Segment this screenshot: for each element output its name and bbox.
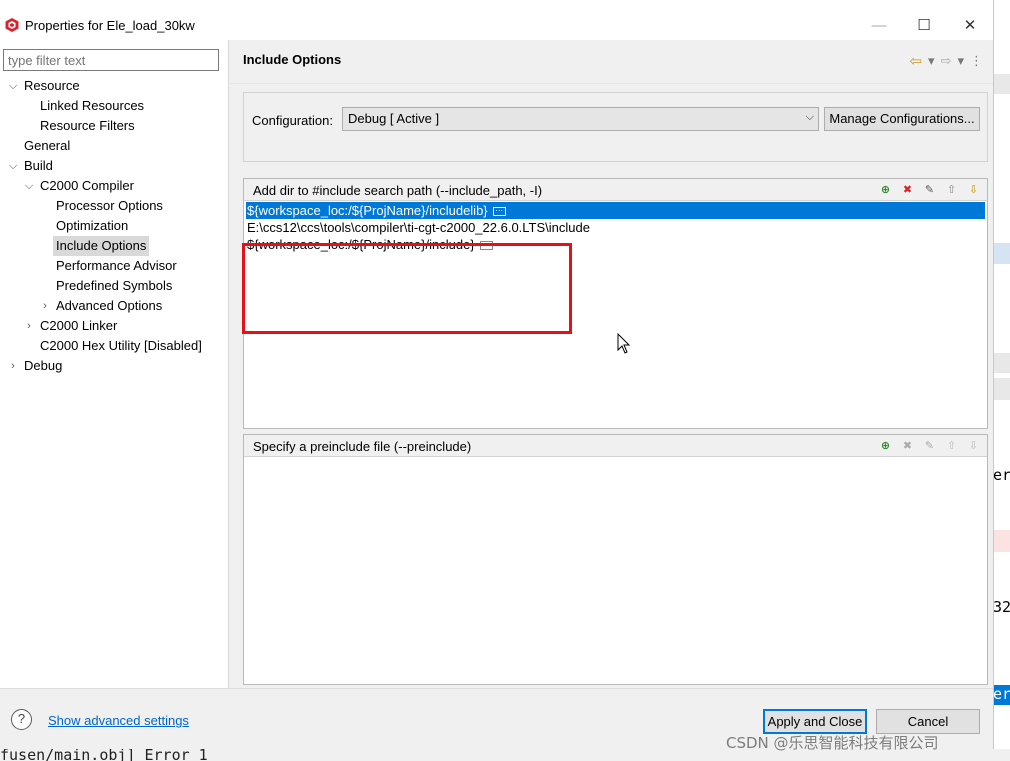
tree-item-include-options[interactable]: Include Options xyxy=(53,236,150,256)
tree-item-c2000-hex-utility[interactable]: C2000 Hex Utility [Disabled] xyxy=(37,336,205,356)
delete-icon[interactable]: ✖ xyxy=(899,182,916,198)
background-text-fragment: er xyxy=(993,466,1010,484)
header-divider xyxy=(230,83,993,84)
tree-item-resource[interactable]: Resource xyxy=(21,76,83,96)
chevron-down-icon[interactable]: ▾ xyxy=(957,53,964,69)
include-path-text: ${workspace_loc:/${ProjName}/includelib} xyxy=(247,203,488,218)
tree-item-resource-filters[interactable]: Resource Filters xyxy=(37,116,138,136)
tree-item-build[interactable]: Build xyxy=(21,156,56,176)
tree-item-optimization[interactable]: Optimization xyxy=(53,216,131,236)
title-bar[interactable]: Properties for Ele_load_30kw — ☐ ✕ xyxy=(0,0,993,40)
move-down-icon[interactable]: ⇩ xyxy=(965,182,982,198)
more-options-icon[interactable]: ⋮ xyxy=(970,53,983,69)
tree-item-processor-options[interactable]: Processor Options xyxy=(53,196,166,216)
show-advanced-settings-link[interactable]: Show advanced settings xyxy=(48,713,189,728)
maximize-button[interactable]: ☐ xyxy=(901,10,947,40)
window-title: Properties for Ele_load_30kw xyxy=(25,18,195,33)
include-path-header: Add dir to #include search path (--inclu… xyxy=(244,179,987,201)
ellipsis-icon: ··· xyxy=(492,207,506,217)
chevron-down-icon[interactable]: ⌵ xyxy=(24,176,34,196)
page-nav: ⇦ ▾ ⇨ ▾ ⋮ xyxy=(909,52,983,70)
chevron-down-icon[interactable]: ▾ xyxy=(928,53,935,69)
chevron-right-icon[interactable]: › xyxy=(8,356,18,376)
ccs-app-icon xyxy=(5,18,19,32)
configuration-value: Debug [ Active ] xyxy=(348,111,440,126)
configuration-select[interactable]: Debug [ Active ] ⌵ xyxy=(342,107,819,131)
background-window: er 32 er xyxy=(993,0,1010,761)
list-item[interactable]: E:\ccs12\ccs\tools\compiler\ti-cgt-c2000… xyxy=(246,219,985,236)
chevron-right-icon[interactable]: › xyxy=(40,296,50,316)
preinclude-header: Specify a preinclude file (--preinclude)… xyxy=(244,435,987,457)
manage-configurations-button[interactable]: Manage Configurations... xyxy=(824,107,980,131)
edit-icon[interactable]: ✎ xyxy=(921,182,938,198)
close-button[interactable]: ✕ xyxy=(947,10,993,40)
chevron-down-icon[interactable]: ⌵ xyxy=(8,156,18,176)
chevron-down-icon[interactable]: ⌵ xyxy=(8,76,18,96)
configuration-group: Configuration: Debug [ Active ] ⌵ Manage… xyxy=(243,92,988,162)
edit-icon: ✎ xyxy=(924,440,935,452)
watermark: CSDN @乐思智能科技有限公司 xyxy=(726,734,939,752)
chevron-down-icon: ⌵ xyxy=(805,111,814,123)
apply-and-close-button[interactable]: Apply and Close xyxy=(763,709,867,734)
help-icon[interactable]: ? xyxy=(11,709,32,730)
background-text-fragment: er xyxy=(993,685,1010,703)
properties-dialog: Properties for Ele_load_30kw — ☐ ✕ ⌵ Res… xyxy=(0,0,994,749)
include-path-toolbar: ⊕ ✖ ✎ ⇧ ⇩ xyxy=(877,182,982,198)
annotation-highlight-box xyxy=(242,243,572,334)
move-up-icon[interactable]: ⇧ xyxy=(943,182,960,198)
filter-input[interactable] xyxy=(3,49,219,71)
preinclude-title: Specify a preinclude file (--preinclude) xyxy=(253,439,472,454)
tree-item-general[interactable]: General xyxy=(21,136,73,156)
move-up-icon: ⇧ xyxy=(946,440,957,452)
move-down-icon: ⇩ xyxy=(968,440,979,452)
tree-item-predefined-symbols[interactable]: Predefined Symbols xyxy=(53,276,175,296)
preinclude-list: Specify a preinclude file (--preinclude)… xyxy=(243,434,988,685)
tree-item-linked-resources[interactable]: Linked Resources xyxy=(37,96,147,116)
tree-item-performance-advisor[interactable]: Performance Advisor xyxy=(53,256,180,276)
mouse-cursor-icon xyxy=(617,333,631,354)
cancel-button[interactable]: Cancel xyxy=(876,709,980,734)
chevron-right-icon[interactable]: › xyxy=(24,316,34,336)
tree-item-advanced-options[interactable]: Advanced Options xyxy=(53,296,165,316)
include-path-text: E:\ccs12\ccs\tools\compiler\ti-cgt-c2000… xyxy=(247,220,590,235)
include-path-title: Add dir to #include search path (--inclu… xyxy=(253,183,543,198)
preinclude-toolbar: ⊕ ✖ ✎ ⇧ ⇩ xyxy=(877,438,982,454)
delete-icon: ✖ xyxy=(902,440,913,452)
configuration-label: Configuration: xyxy=(252,113,333,128)
back-arrow-icon[interactable]: ⇦ xyxy=(909,52,922,70)
add-icon[interactable]: ⊕ xyxy=(877,438,894,454)
tree-item-c2000-linker[interactable]: C2000 Linker xyxy=(37,316,120,336)
tree-item-c2000-compiler[interactable]: C2000 Compiler xyxy=(37,176,137,196)
background-text-fragment: 32 xyxy=(993,598,1010,616)
forward-arrow-icon[interactable]: ⇨ xyxy=(941,53,952,69)
page-title: Include Options xyxy=(243,52,342,67)
add-icon[interactable]: ⊕ xyxy=(877,182,894,198)
property-tree-pane: ⌵ Resource Linked Resources Resource Fil… xyxy=(0,40,229,688)
console-text: fusen/main.obj] Error 1 xyxy=(0,749,208,761)
minimize-button[interactable]: — xyxy=(856,10,902,40)
list-item[interactable]: ${workspace_loc:/${ProjName}/includelib}… xyxy=(246,202,985,219)
include-options-page: Include Options ⇦ ▾ ⇨ ▾ ⋮ Configuration:… xyxy=(230,40,993,688)
tree-item-debug[interactable]: Debug xyxy=(21,356,65,376)
